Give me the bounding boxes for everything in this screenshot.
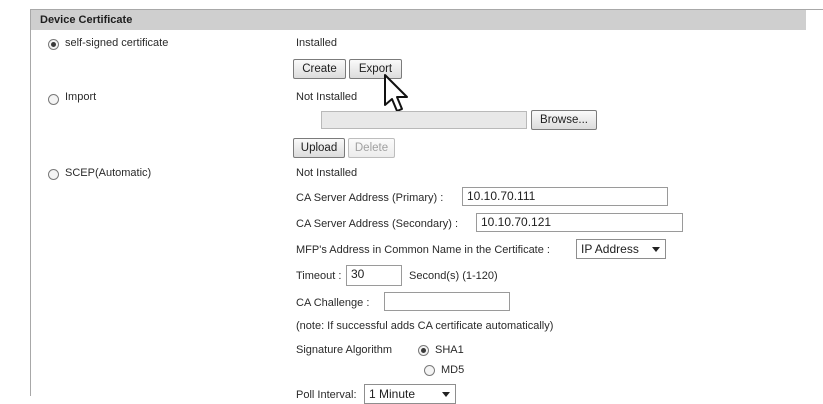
poll-interval-value: 1 Minute xyxy=(369,387,416,401)
panel-border-left xyxy=(30,9,31,396)
import-file-path[interactable] xyxy=(321,111,527,129)
sha1-label: SHA1 xyxy=(435,344,464,356)
upload-button[interactable]: Upload xyxy=(293,138,345,158)
mfp-cn-select[interactable]: IP Address xyxy=(576,239,666,259)
ca-secondary-label: CA Server Address (Secondary) : xyxy=(296,218,459,230)
scep-status: Not Installed xyxy=(296,167,358,179)
ca-primary-label: CA Server Address (Primary) : xyxy=(296,192,444,204)
delete-button[interactable]: Delete xyxy=(348,138,395,158)
timeout-input[interactable]: 30 xyxy=(346,265,402,286)
self-signed-label: self-signed certificate xyxy=(65,37,169,49)
scep-note: (note: If successful adds CA certificate… xyxy=(296,320,554,332)
md5-radio[interactable] xyxy=(424,365,435,376)
ca-challenge-label: CA Challenge : xyxy=(296,297,370,309)
mfp-cn-label: MFP's Address in Common Name in the Cert… xyxy=(296,244,550,256)
ca-primary-input[interactable]: 10.10.70.111 xyxy=(462,187,668,206)
self-signed-status: Installed xyxy=(296,37,337,49)
import-status: Not Installed xyxy=(296,91,358,103)
import-label: Import xyxy=(65,91,97,103)
scep-radio[interactable] xyxy=(48,169,59,180)
chevron-down-icon xyxy=(442,392,450,397)
timeout-unit: Second(s) (1-120) xyxy=(409,270,498,282)
ca-challenge-input[interactable] xyxy=(384,292,510,311)
poll-interval-select[interactable]: 1 Minute xyxy=(364,384,456,404)
import-radio[interactable] xyxy=(48,94,59,105)
mfp-cn-select-value: IP Address xyxy=(581,242,639,256)
signature-algorithm-label: Signature Algorithm xyxy=(296,344,392,356)
ca-secondary-input[interactable]: 10.10.70.121 xyxy=(476,213,683,232)
timeout-label: Timeout : xyxy=(296,270,342,282)
self-signed-radio[interactable] xyxy=(48,39,59,50)
create-button[interactable]: Create xyxy=(293,59,346,79)
md5-label: MD5 xyxy=(441,364,465,376)
browse-button[interactable]: Browse... xyxy=(531,110,597,130)
sha1-radio[interactable] xyxy=(418,345,429,356)
chevron-down-icon xyxy=(652,247,660,252)
scep-label: SCEP(Automatic) xyxy=(65,167,152,179)
poll-interval-label: Poll Interval: xyxy=(296,389,357,401)
section-header: Device Certificate xyxy=(31,10,806,30)
